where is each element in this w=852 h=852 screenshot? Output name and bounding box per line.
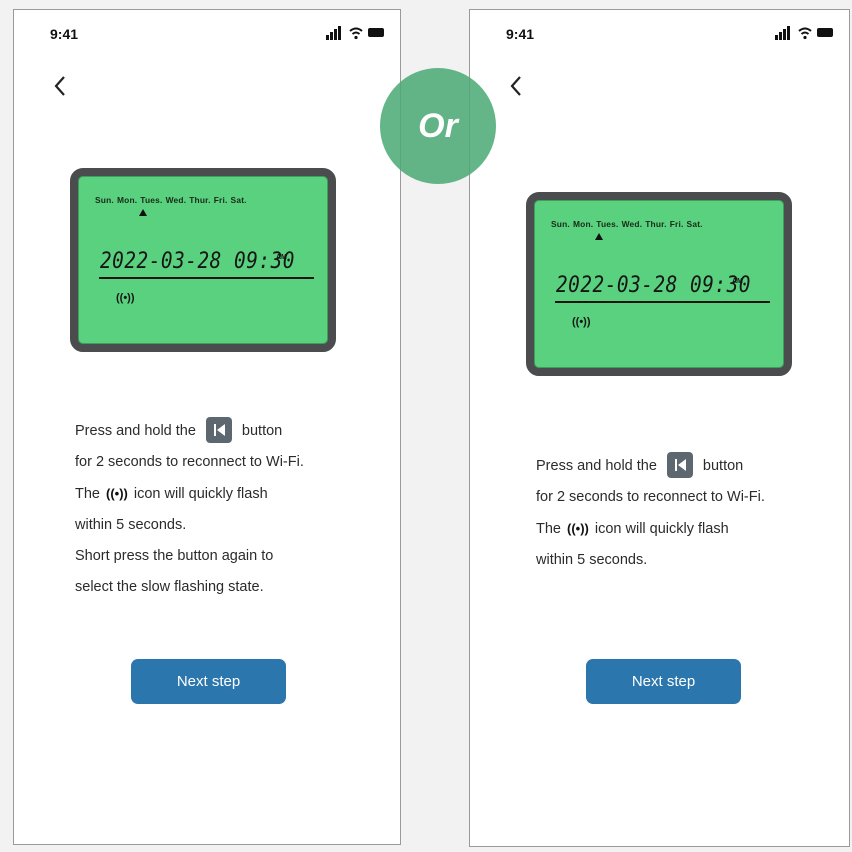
weekday-label: Mon. bbox=[116, 195, 138, 205]
instruction-text: Press and hold the bbox=[536, 458, 657, 474]
weekday-label: Thur. bbox=[645, 219, 667, 229]
chevron-left-icon[interactable] bbox=[50, 72, 72, 100]
lcd-datetime: 2022-03-28 09:30 bbox=[556, 273, 751, 298]
phone-screen-left: 9:41 Sun. Mon. Tues. Wed. Thur. Fri. Sat. 2022… bbox=[13, 9, 401, 845]
instruction-line: The ((•)) icon will quickly flash bbox=[75, 478, 395, 510]
broadcast-signal-icon: ((•)) bbox=[116, 292, 135, 304]
lcd-display: Sun. Mon. Tues. Wed. Thur. Fri. Sat. 2022-03-2… bbox=[70, 168, 336, 352]
current-day-marker-icon bbox=[139, 209, 147, 216]
lcd-display: Sun. Mon. Tues. Wed. Thur. Fri. Sat. 2022-03-2… bbox=[526, 192, 792, 376]
weekday-label: Mon. bbox=[572, 219, 594, 229]
instruction-text: icon will quickly flash bbox=[594, 521, 729, 537]
status-time: 9:41 bbox=[50, 26, 79, 42]
weekday-label: Thur. bbox=[189, 195, 211, 205]
status-icons bbox=[326, 26, 386, 40]
wifi-icon bbox=[349, 27, 363, 40]
instruction-line: for 2 seconds to reconnect to Wi-Fi. bbox=[75, 454, 304, 470]
weekday-label: Sun. bbox=[551, 219, 570, 229]
broadcast-signal-icon: ((•)) bbox=[106, 486, 128, 501]
weekday-label: Fri. bbox=[669, 219, 684, 229]
weekday-label: Tues. bbox=[140, 195, 163, 205]
status-bar: 9:41 bbox=[14, 10, 400, 56]
broadcast-signal-icon: ((•)) bbox=[567, 521, 589, 536]
instruction-text: button bbox=[702, 458, 744, 474]
instruction-text: The bbox=[75, 486, 100, 502]
weekday-label: Sun. bbox=[95, 195, 114, 205]
instruction-text: The bbox=[536, 521, 561, 537]
chevron-left-icon[interactable] bbox=[506, 72, 528, 100]
weekday-label: Tues. bbox=[596, 219, 619, 229]
lcd-ampm: AM bbox=[276, 254, 287, 261]
wifi-icon bbox=[798, 27, 812, 40]
instruction-line: within 5 seconds. bbox=[75, 517, 187, 533]
next-step-button[interactable]: Next step bbox=[131, 659, 286, 704]
instruction-line: Press and hold the button bbox=[536, 451, 846, 482]
instruction-line: The ((•)) icon will quickly flash bbox=[536, 513, 846, 545]
battery-icon bbox=[817, 28, 833, 37]
weekday-label: Sat. bbox=[230, 195, 247, 205]
skip-back-icon bbox=[666, 451, 693, 478]
instructions-text: Press and hold the button for 2 seconds t… bbox=[536, 451, 846, 576]
status-icons bbox=[775, 26, 835, 40]
instruction-line: select the slow flashing state. bbox=[75, 579, 264, 595]
instruction-line: within 5 seconds. bbox=[536, 552, 648, 568]
weekday-row: Sun. Mon. Tues. Wed. Thur. Fri. Sat. bbox=[95, 195, 250, 205]
instruction-line: Press and hold the button bbox=[75, 416, 395, 447]
lcd-divider bbox=[99, 277, 314, 279]
phone-screen-right: 9:41 Sun. Mon. Tues. Wed. Thur. Fri. Sat. 2022… bbox=[469, 9, 850, 847]
instruction-line: for 2 seconds to reconnect to Wi-Fi. bbox=[536, 489, 765, 505]
instruction-text: button bbox=[241, 423, 283, 439]
weekday-label: Fri. bbox=[213, 195, 228, 205]
instruction-line: Short press the button again to bbox=[75, 548, 274, 564]
weekday-label: Sat. bbox=[686, 219, 703, 229]
broadcast-signal-icon: ((•)) bbox=[572, 316, 591, 328]
status-bar: 9:41 bbox=[470, 10, 849, 56]
weekday-label: Wed. bbox=[621, 219, 643, 229]
lcd-datetime: 2022-03-28 09:30 bbox=[100, 249, 295, 274]
battery-icon bbox=[368, 28, 384, 37]
lcd-ampm: AM bbox=[732, 278, 743, 285]
skip-back-icon bbox=[205, 416, 232, 443]
instructions-text: Press and hold the button for 2 seconds t… bbox=[75, 416, 395, 603]
current-day-marker-icon bbox=[595, 233, 603, 240]
weekday-label: Wed. bbox=[165, 195, 187, 205]
instruction-text: icon will quickly flash bbox=[133, 486, 268, 502]
status-time: 9:41 bbox=[506, 26, 535, 42]
instruction-text: Press and hold the bbox=[75, 423, 196, 439]
next-step-button[interactable]: Next step bbox=[586, 659, 741, 704]
or-divider-badge: Or bbox=[380, 68, 496, 184]
weekday-row: Sun. Mon. Tues. Wed. Thur. Fri. Sat. bbox=[551, 219, 706, 229]
lcd-divider bbox=[555, 301, 770, 303]
